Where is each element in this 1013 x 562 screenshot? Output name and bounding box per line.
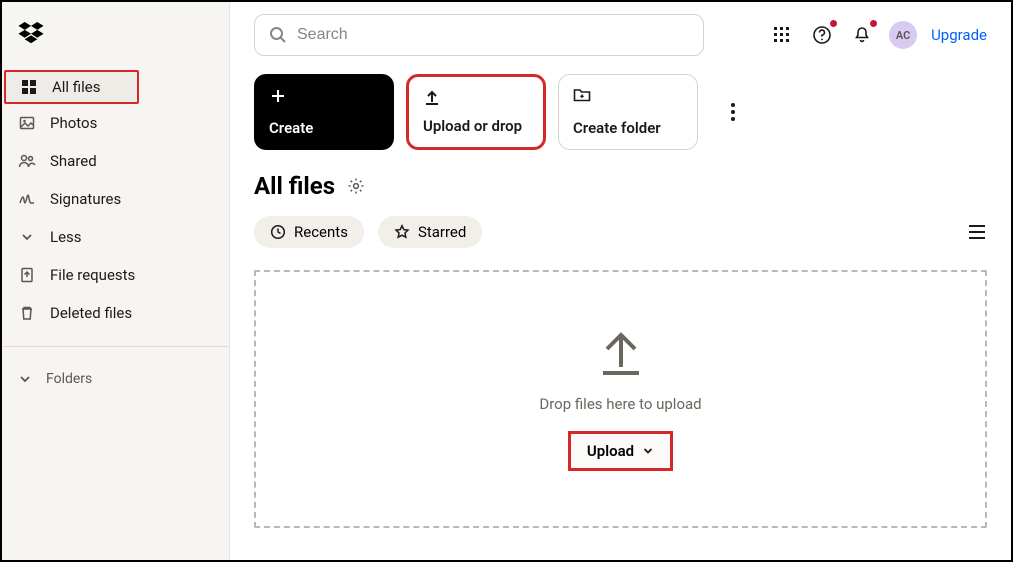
avatar[interactable]: AC xyxy=(889,21,917,49)
chip-label: Starred xyxy=(418,223,466,241)
nav-signatures[interactable]: Signatures xyxy=(2,180,229,218)
chevron-down-icon xyxy=(18,228,36,246)
search-input[interactable] xyxy=(297,26,689,44)
grid-icon xyxy=(20,78,38,96)
nav-shared[interactable]: Shared xyxy=(2,142,229,180)
chevron-down-icon xyxy=(18,372,32,386)
photo-icon xyxy=(18,114,36,132)
sidebar: All files Photos Shared Signatures xyxy=(2,2,230,560)
plus-icon xyxy=(269,87,287,105)
trash-icon xyxy=(18,304,36,322)
notification-dot xyxy=(870,20,877,27)
folders-toggle[interactable]: Folders xyxy=(2,361,229,397)
signature-icon xyxy=(18,190,36,208)
starred-chip[interactable]: Starred xyxy=(378,216,482,248)
upload-card[interactable]: Upload or drop xyxy=(406,74,546,150)
nav-label: Signatures xyxy=(50,190,121,208)
main: AC Upgrade Create Upload or drop xyxy=(230,2,1011,560)
star-icon xyxy=(394,224,410,240)
create-folder-card[interactable]: Create folder xyxy=(558,74,698,150)
page-title: All files xyxy=(254,172,335,200)
more-actions-icon[interactable] xyxy=(730,102,736,122)
notification-dot xyxy=(830,20,837,27)
nav-label: Photos xyxy=(50,114,97,132)
divider xyxy=(2,346,229,347)
nav-label: File requests xyxy=(50,266,135,284)
topbar: AC Upgrade xyxy=(254,14,987,56)
file-request-icon xyxy=(18,266,36,284)
recents-chip[interactable]: Recents xyxy=(254,216,364,248)
nav-deleted-files[interactable]: Deleted files xyxy=(2,294,229,332)
create-card[interactable]: Create xyxy=(254,74,394,150)
nav-label: Deleted files xyxy=(50,304,132,322)
gear-icon[interactable] xyxy=(347,177,365,195)
nav-label: All files xyxy=(52,78,100,96)
dropbox-logo-icon[interactable] xyxy=(2,16,229,70)
list-view-icon[interactable] xyxy=(967,224,987,240)
search-icon xyxy=(269,26,287,44)
action-cards: Create Upload or drop Create folder xyxy=(254,74,987,150)
clock-icon xyxy=(270,224,286,240)
nav-label: Less xyxy=(50,228,82,246)
upload-button[interactable]: Upload xyxy=(568,431,673,471)
dropzone[interactable]: Drop files here to upload Upload xyxy=(254,270,987,528)
bell-icon[interactable] xyxy=(849,22,875,48)
heading-row: All files xyxy=(254,172,987,200)
filter-chips: Recents Starred xyxy=(254,216,987,248)
nav-label: Shared xyxy=(50,152,97,170)
top-icons: AC Upgrade xyxy=(769,21,987,49)
upgrade-link[interactable]: Upgrade xyxy=(931,26,987,44)
chip-label: Recents xyxy=(294,223,348,241)
chevron-down-icon xyxy=(642,445,654,457)
card-label: Upload or drop xyxy=(423,117,529,135)
folders-label: Folders xyxy=(46,371,92,387)
new-folder-icon xyxy=(573,87,591,105)
card-label: Create folder xyxy=(573,119,683,137)
app-root: All files Photos Shared Signatures xyxy=(2,2,1011,560)
search-box[interactable] xyxy=(254,14,704,56)
help-icon[interactable] xyxy=(809,22,835,48)
nav-list: All files Photos Shared Signatures xyxy=(2,70,229,332)
upload-button-label: Upload xyxy=(587,442,634,460)
people-icon xyxy=(18,152,36,170)
dropzone-hint: Drop files here to upload xyxy=(539,395,701,413)
nav-photos[interactable]: Photos xyxy=(2,104,229,142)
nav-all-files[interactable]: All files xyxy=(4,70,139,104)
upload-large-icon xyxy=(595,327,647,377)
nav-file-requests[interactable]: File requests xyxy=(2,256,229,294)
apps-grid-icon[interactable] xyxy=(769,22,795,48)
upload-icon xyxy=(423,89,441,107)
nav-less[interactable]: Less xyxy=(2,218,229,256)
card-label: Create xyxy=(269,119,379,137)
